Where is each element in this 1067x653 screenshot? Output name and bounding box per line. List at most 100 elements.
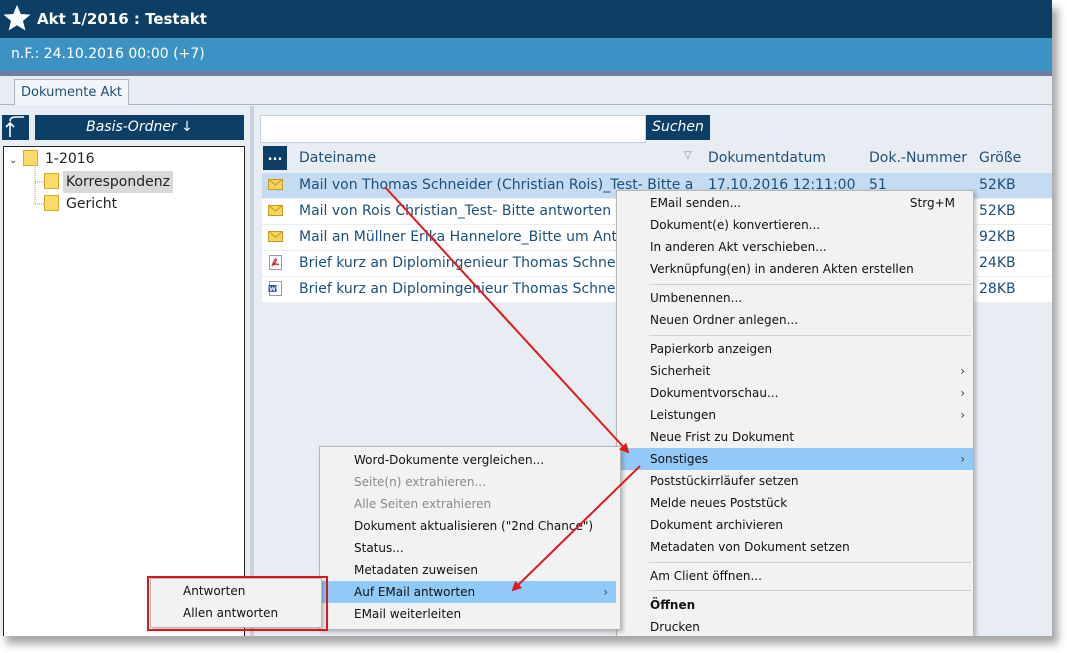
- menu-item-umbenennen[interactable]: Umbenennen...: [617, 287, 973, 309]
- tab-strip: Dokumente Akt: [0, 76, 1052, 105]
- menu-item-melde-poststueck[interactable]: Melde neues Poststück: [617, 492, 973, 514]
- tree-node-label: Gericht: [66, 196, 118, 212]
- menu-item-label: Dokument aktualisieren ("2nd Chance"): [354, 519, 594, 533]
- menu-item-archivieren[interactable]: Dokument archivieren: [617, 514, 973, 536]
- menu-item-label: Word-Dokumente vergleichen...: [354, 453, 545, 467]
- menu-item-metadaten-setzen[interactable]: Metadaten von Dokument setzen: [617, 536, 973, 558]
- folder-up-button[interactable]: [2, 115, 29, 140]
- menu-item-verknuepfung[interactable]: Verknüpfung(en) in anderen Akten erstell…: [617, 258, 973, 280]
- file-size: 24KB: [979, 255, 1016, 271]
- menu-item-label: Dokument(e) konvertieren...: [650, 218, 821, 232]
- email-icon: [268, 231, 283, 242]
- menu-item-poststueckirrlaeufer[interactable]: Poststückirrläufer setzen: [617, 470, 973, 492]
- menu-item-email-weiterleiten[interactable]: EMail weiterleiten: [320, 603, 620, 625]
- menu-item-label: Umbenennen...: [650, 291, 743, 305]
- file-name: Brief kurz an Diplomingenieur Thomas Sch…: [299, 281, 620, 297]
- menu-item-verschieben[interactable]: In anderen Akt verschieben...: [617, 236, 973, 258]
- file-name: Mail an Müllner Erika Hannelore_Bitte um…: [299, 229, 618, 245]
- menu-item-shortcut: Strg+M: [909, 196, 955, 210]
- menu-item-dokument-aktualisieren[interactable]: Dokument aktualisieren ("2nd Chance"): [320, 515, 620, 537]
- menu-item-label: Sonstiges: [650, 452, 709, 466]
- tab-dokumente-akt[interactable]: Dokumente Akt: [14, 79, 129, 105]
- menu-item-label: Status...: [354, 541, 404, 555]
- menu-item-email-senden[interactable]: EMail senden... Strg+M: [617, 192, 973, 214]
- tree-node-label: Korrespondenz: [63, 171, 173, 193]
- menu-item-label: Leistungen: [650, 408, 716, 422]
- folder-panel: Basis-Ordner ↓ ⌄ 1-2016 Korrespondenz Ger…: [0, 106, 250, 636]
- menu-item-label: Auf EMail antworten: [354, 585, 476, 599]
- deadline-text: n.F.: 24.10.2016 00:00 (+7): [11, 46, 205, 62]
- menu-item-label: In anderen Akt verschieben...: [650, 240, 827, 254]
- menu-item-label: Drucken: [650, 620, 700, 634]
- menu-item-neue-frist[interactable]: Neue Frist zu Dokument: [617, 426, 973, 448]
- menu-item-label: Öffnen: [650, 598, 696, 612]
- menu-item-label: Neue Frist zu Dokument: [650, 430, 795, 444]
- file-size: 28KB: [979, 281, 1016, 297]
- chevron-right-icon: ›: [960, 452, 965, 466]
- menu-item-label: Papierkorb anzeigen: [650, 342, 773, 356]
- search-button[interactable]: Suchen: [646, 115, 710, 140]
- menu-item-label: Poststückirrläufer setzen: [650, 474, 799, 488]
- menu-item-word-vergleichen[interactable]: Word-Dokumente vergleichen...: [320, 449, 620, 471]
- menu-item-seiten-extrahieren[interactable]: Seite(n) extrahieren...: [320, 471, 620, 493]
- menu-item-oeffnen[interactable]: Öffnen: [617, 594, 973, 616]
- menu-item-label: Neuen Ordner anlegen...: [650, 313, 799, 327]
- column-header-dokumentdatum[interactable]: Dokumentdatum: [708, 145, 826, 171]
- menu-item-label: Seite(n) extrahieren...: [354, 475, 486, 489]
- basis-folder-button[interactable]: Basis-Ordner ↓: [35, 115, 244, 140]
- column-header-groesse[interactable]: Größe: [979, 145, 1021, 171]
- file-size: 92KB: [979, 229, 1016, 245]
- menu-separator: [649, 335, 971, 336]
- menu-item-label: Dokument archivieren: [650, 518, 784, 532]
- menu-separator: [649, 284, 971, 285]
- menu-item-label: Melde neues Poststück: [650, 496, 788, 510]
- menu-item-dokumentvorschau[interactable]: Dokumentvorschau... ›: [617, 382, 973, 404]
- word-icon: [268, 281, 282, 296]
- menu-item-auf-email-antworten[interactable]: Auf EMail antworten ›: [320, 581, 616, 603]
- menu-item-label: EMail senden...: [650, 196, 742, 210]
- menu-item-label: Dokumentvorschau...: [650, 386, 779, 400]
- menu-item-label: Am Client öffnen...: [650, 569, 762, 583]
- chevron-right-icon: ›: [960, 364, 965, 378]
- menu-item-label: Metadaten von Dokument setzen: [650, 540, 850, 554]
- file-size: 52KB: [979, 177, 1016, 193]
- menu-item-neuer-ordner[interactable]: Neuen Ordner anlegen...: [617, 309, 973, 331]
- sort-down-icon[interactable]: ▽: [684, 150, 692, 161]
- menu-item-alle-seiten-extrahieren[interactable]: Alle Seiten extrahieren: [320, 493, 620, 515]
- title-bar: Akt 1/2016 : Testakt: [0, 0, 1052, 38]
- menu-item-konvertieren[interactable]: Dokument(e) konvertieren...: [617, 214, 973, 236]
- menu-item-label: Alle Seiten extrahieren: [354, 497, 492, 511]
- column-chooser-button[interactable]: ...: [263, 146, 287, 170]
- star-icon[interactable]: [2, 3, 32, 33]
- panel-splitter[interactable]: [250, 106, 254, 636]
- folder-tree: ⌄ 1-2016 Korrespondenz Gericht: [3, 146, 245, 636]
- menu-item-status[interactable]: Status...: [320, 537, 620, 559]
- chevron-right-icon: ›: [603, 585, 608, 599]
- search-input[interactable]: [260, 115, 646, 143]
- email-icon: [268, 179, 283, 190]
- menu-item-am-client-oeffnen[interactable]: Am Client öffnen...: [617, 565, 973, 587]
- file-size: 52KB: [979, 203, 1016, 219]
- menu-item-papierkorb[interactable]: Papierkorb anzeigen: [617, 338, 973, 360]
- menu-item-sicherheit[interactable]: Sicherheit ›: [617, 360, 973, 382]
- menu-item-label: Verknüpfung(en) in anderen Akten erstell…: [650, 262, 914, 276]
- annotation-highlight-box: [147, 576, 328, 631]
- pdf-icon: [269, 255, 282, 270]
- tree-lines: [34, 167, 44, 205]
- menu-separator: [649, 562, 971, 563]
- menu-item-label: Sicherheit: [650, 364, 711, 378]
- menu-item-leistungen[interactable]: Leistungen ›: [617, 404, 973, 426]
- column-header-dok-nummer[interactable]: Dok.-Nummer: [869, 145, 967, 171]
- window-title: Akt 1/2016 : Testakt: [37, 10, 207, 28]
- menu-item-metadaten-zuweisen[interactable]: Metadaten zuweisen: [320, 559, 620, 581]
- menu-item-label: Metadaten zuweisen: [354, 563, 478, 577]
- chevron-right-icon: ›: [960, 386, 965, 400]
- file-name: Brief kurz an Diplomingenieur Thomas Sch…: [299, 255, 620, 271]
- deadline-bar: n.F.: 24.10.2016 00:00 (+7): [0, 38, 1052, 71]
- file-name: Mail von Rois Christian_Test- Bitte antw…: [299, 203, 621, 219]
- arrow-up-icon: [5, 116, 24, 137]
- menu-item-drucken[interactable]: Drucken: [617, 616, 973, 636]
- email-icon: [268, 205, 283, 216]
- column-header-dateiname[interactable]: Dateiname: [299, 145, 376, 171]
- menu-item-sonstiges[interactable]: Sonstiges ›: [617, 448, 973, 470]
